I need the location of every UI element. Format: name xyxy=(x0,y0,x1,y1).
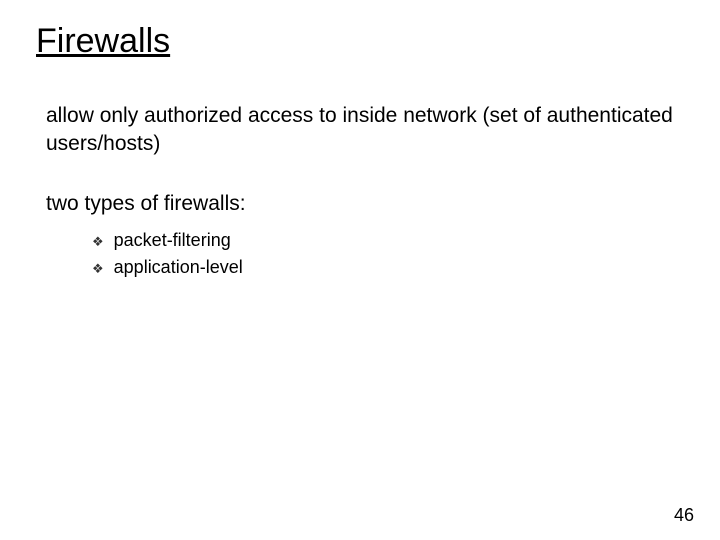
body-paragraph-1: allow only authorized access to inside n… xyxy=(46,102,690,159)
list-item: ❖ application-level xyxy=(92,255,243,280)
list-item: ❖ packet-filtering xyxy=(92,228,243,253)
bullet-text: packet-filtering xyxy=(114,228,231,253)
diamond-bullet-icon: ❖ xyxy=(92,260,104,278)
bullet-list: ❖ packet-filtering ❖ application-level xyxy=(92,228,243,282)
bullet-text: application-level xyxy=(114,255,243,280)
slide-title: Firewalls xyxy=(36,22,170,61)
page-number: 46 xyxy=(674,505,694,526)
diamond-bullet-icon: ❖ xyxy=(92,233,104,251)
body-paragraph-2: two types of firewalls: xyxy=(46,192,246,216)
